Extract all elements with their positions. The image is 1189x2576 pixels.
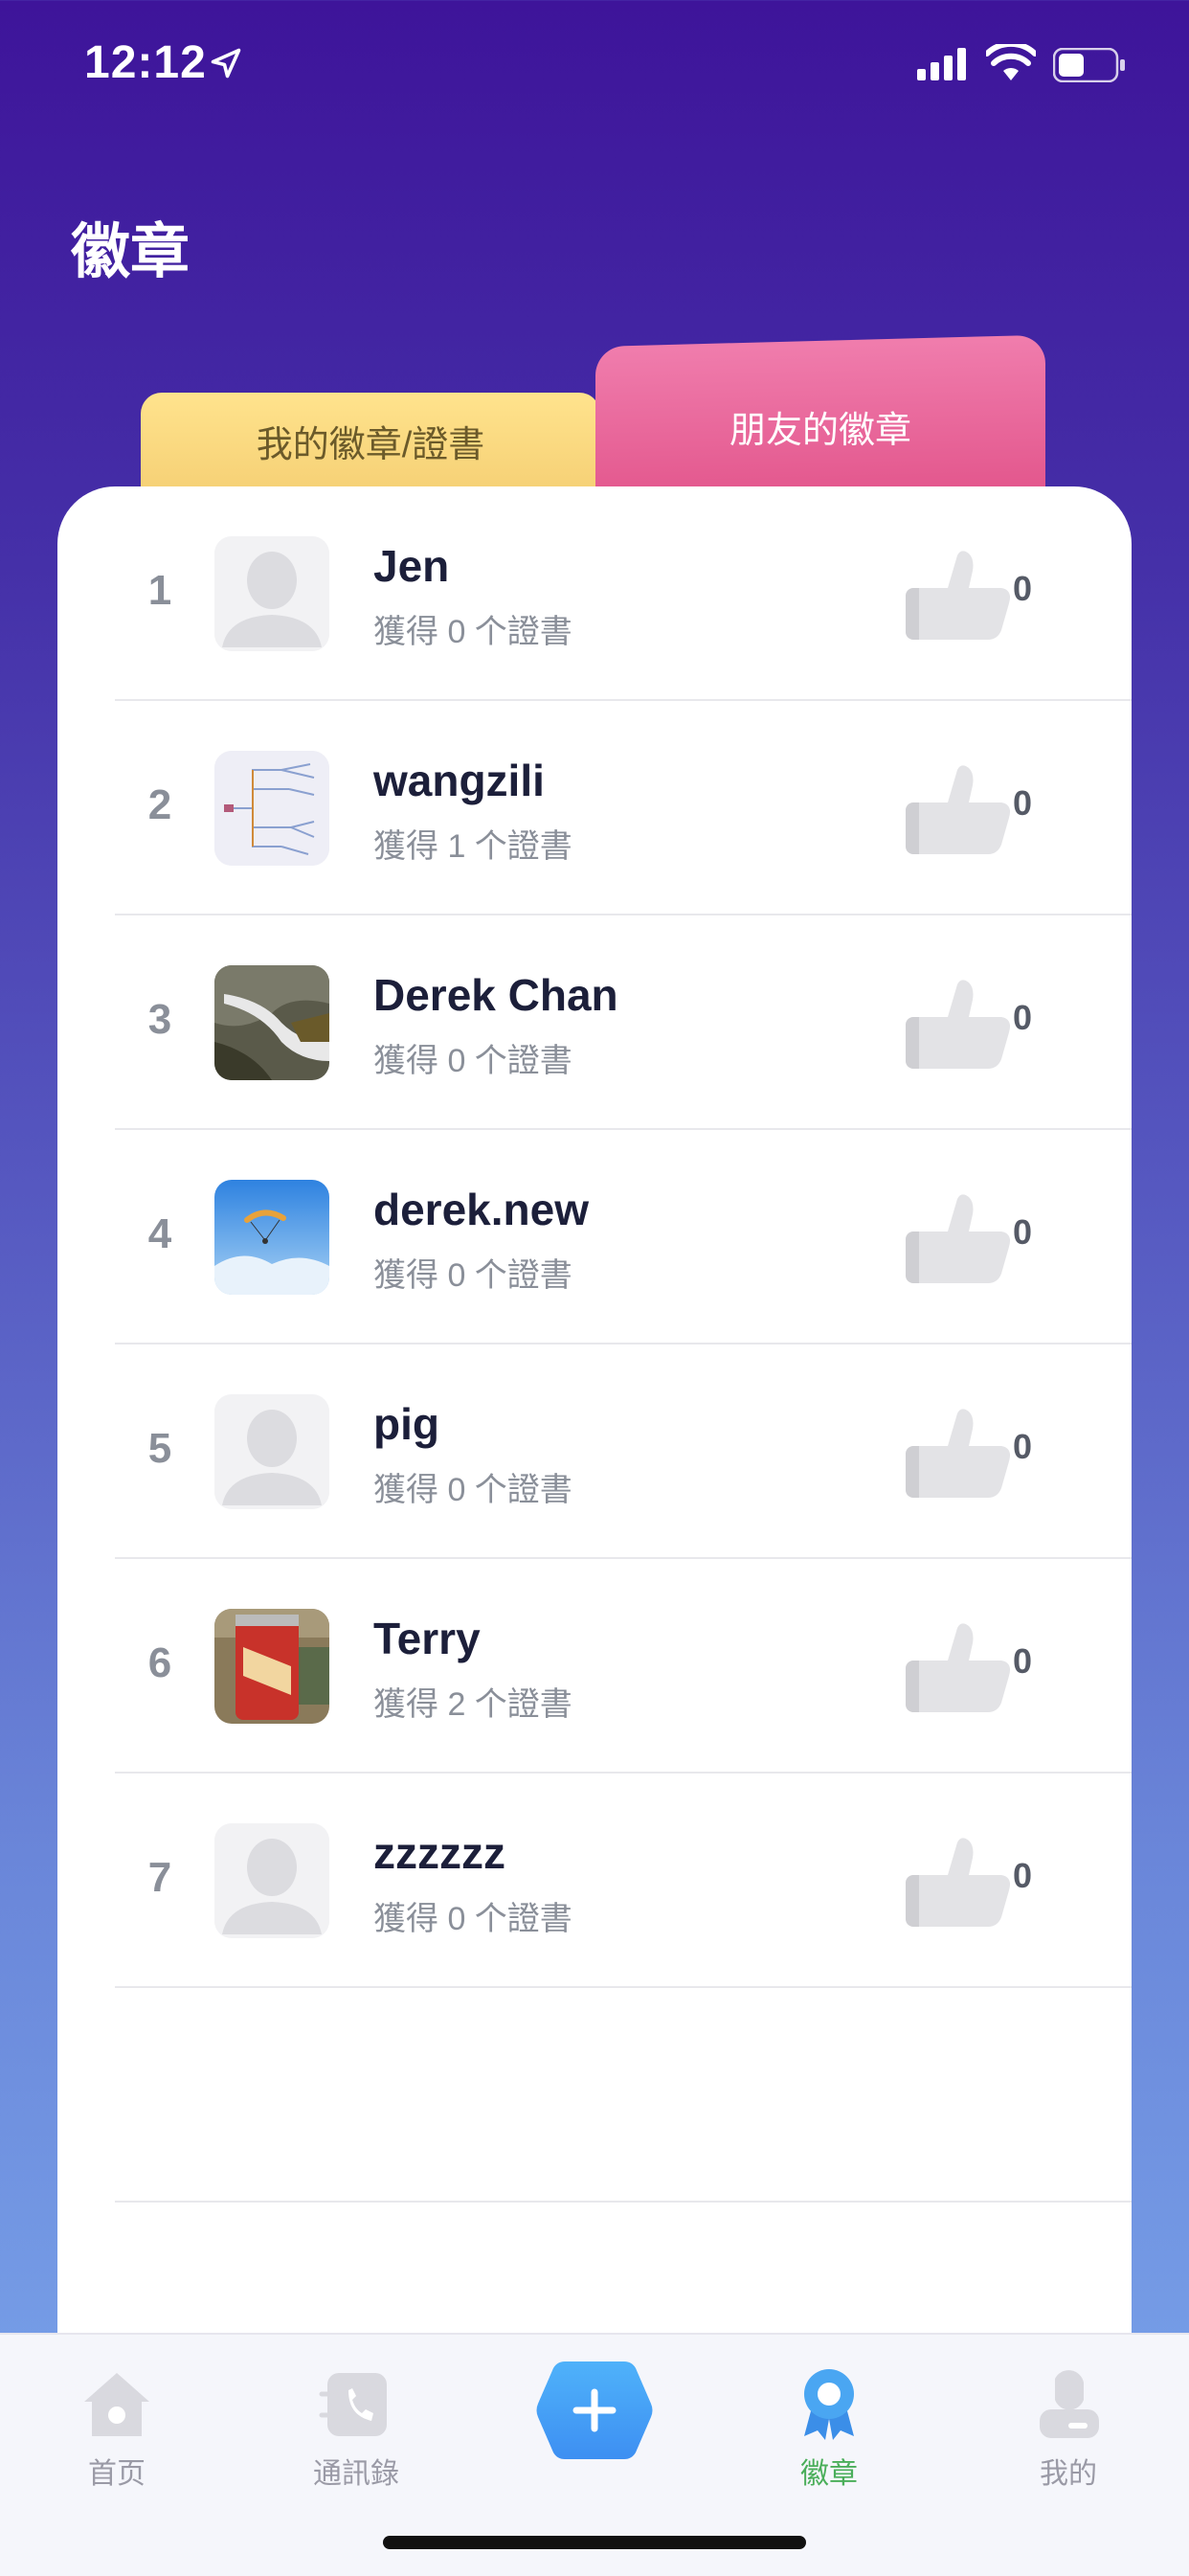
friend-rank: 5 [147, 1425, 172, 1472]
tabbar-home-label: 首页 [88, 2458, 146, 2490]
tab-friends-badges-label: 朋友的徽章 [729, 410, 911, 451]
like-count: 0 [1013, 783, 1033, 823]
tabbar-me[interactable]: 我的 [992, 2354, 1145, 2497]
thumbs-up-icon[interactable] [906, 550, 1013, 642]
thumbs-up-icon[interactable] [906, 1837, 1013, 1929]
friend-cert-count: 獲得 0 个證書 [373, 1257, 572, 1294]
friend-row[interactable]: 7 zzzzzz 獲得 0 个證書 0 [57, 1774, 1132, 1988]
row-divider [115, 2201, 1132, 2203]
friend-name: derek.new [373, 1185, 589, 1234]
thumbs-up-icon[interactable] [906, 764, 1013, 856]
status-bar: 12:12 [0, 0, 1189, 124]
like-count: 0 [1013, 1641, 1033, 1681]
thumbs-up-icon[interactable] [906, 979, 1013, 1071]
location-arrow-icon [211, 48, 241, 79]
friend-row[interactable]: 4 derek.new 獲得 0 个證書 0 [57, 1130, 1132, 1344]
friend-rank: 2 [147, 781, 172, 828]
tabbar-contacts-label: 通訊錄 [313, 2458, 399, 2490]
friends-list-card: 1 Jen 獲得 0 个證書 0 2 wangzili 獲得 1 个證書 0 3 Derek Ch… [57, 486, 1132, 2402]
avatar[interactable] [214, 1823, 329, 1938]
friend-rank: 1 [147, 567, 172, 614]
friend-cert-count: 獲得 0 个證書 [373, 1043, 572, 1079]
tabbar-badges-label: 徽章 [800, 2458, 858, 2490]
tabbar-me-label: 我的 [1040, 2458, 1097, 2490]
like-count: 0 [1013, 1212, 1033, 1252]
friend-name: Terry [373, 1614, 481, 1663]
friend-cert-count: 獲得 1 个證書 [373, 828, 572, 865]
home-icon [84, 2373, 149, 2436]
add-button[interactable] [534, 2358, 655, 2463]
friend-cert-count: 獲得 2 个證書 [373, 1686, 572, 1723]
friend-cert-count: 獲得 0 个證書 [373, 1901, 572, 1937]
cellular-signal-icon [917, 48, 966, 80]
friend-name: Jen [373, 541, 450, 591]
home-indicator [383, 2536, 806, 2549]
avatar[interactable] [214, 536, 329, 651]
friend-name: wangzili [373, 756, 545, 805]
like-count: 0 [1013, 569, 1033, 608]
tabbar-home[interactable]: 首页 [40, 2354, 193, 2497]
thumbs-up-icon[interactable] [906, 1622, 1013, 1714]
tabbar-contacts[interactable]: 通訊錄 [280, 2354, 433, 2497]
wifi-icon [986, 44, 1036, 80]
friend-cert-count: 獲得 0 个證書 [373, 1472, 572, 1508]
friend-name: Derek Chan [373, 970, 618, 1020]
friend-row[interactable]: 2 wangzili 獲得 1 个證書 0 [57, 701, 1132, 915]
like-count: 0 [1013, 1856, 1033, 1895]
phone-book-icon [319, 2373, 387, 2436]
friend-rank: 3 [147, 996, 172, 1043]
avatar[interactable] [214, 751, 329, 866]
thumbs-up-icon[interactable] [906, 1408, 1013, 1500]
friend-rank: 4 [147, 1210, 172, 1257]
tab-my-badges-label: 我的徽章/證書 [256, 424, 485, 465]
friend-row[interactable]: 1 Jen 獲得 0 个證書 0 [57, 486, 1132, 701]
friend-name: zzzzzz [373, 1828, 505, 1878]
thumbs-up-icon[interactable] [906, 1193, 1013, 1285]
avatar[interactable] [214, 1609, 329, 1724]
avatar[interactable] [214, 1180, 329, 1295]
status-time: 12:12 [84, 37, 207, 88]
user-profile-icon [1040, 2370, 1099, 2438]
friend-row[interactable]: 6 Terry 獲得 2 个證書 0 [57, 1559, 1132, 1774]
like-count: 0 [1013, 1427, 1033, 1466]
empty-row [57, 1988, 1132, 2203]
friend-name: pig [373, 1399, 439, 1449]
battery-icon [1053, 48, 1125, 82]
avatar[interactable] [214, 1394, 329, 1509]
friend-cert-count: 獲得 0 个證書 [373, 614, 572, 650]
friend-rank: 7 [147, 1854, 172, 1901]
avatar[interactable] [214, 965, 329, 1080]
friend-rank: 6 [147, 1639, 172, 1686]
friend-row[interactable]: 3 Derek Chan 獲得 0 个證書 0 [57, 915, 1132, 1130]
tab-my-badges[interactable]: 我的徽章/證書 [141, 393, 600, 488]
page-title: 徽章 [71, 219, 191, 285]
row-divider [115, 1986, 1132, 1988]
tabbar-badges[interactable]: 徽章 [752, 2354, 906, 2497]
like-count: 0 [1013, 998, 1033, 1037]
badge-icon [804, 2369, 854, 2440]
friend-row[interactable]: 5 pig 獲得 0 个證書 0 [57, 1344, 1132, 1559]
tab-friends-badges[interactable]: 朋友的徽章 [595, 334, 1045, 500]
